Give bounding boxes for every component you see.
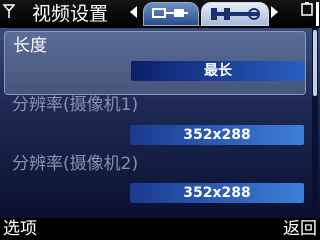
battery-level-bar bbox=[316, 2, 319, 26]
back-softkey[interactable]: 返回 bbox=[283, 218, 317, 240]
scroll-thumb[interactable] bbox=[313, 30, 317, 96]
battery-icon bbox=[301, 2, 313, 16]
setting-row-length[interactable]: 长度 最长 bbox=[4, 31, 306, 95]
page-title: 视频设置 bbox=[32, 3, 109, 25]
setting-value: 352x288 bbox=[130, 125, 304, 145]
setting-row-resolution-camera2[interactable]: 分辨率(摄像机2) 352x288 bbox=[0, 151, 312, 211]
setting-value: 352x288 bbox=[130, 183, 304, 203]
settings-tools-icon bbox=[211, 8, 260, 20]
options-softkey[interactable]: 选项 bbox=[3, 218, 37, 240]
status-bar: 视频设置 bbox=[0, 0, 320, 28]
setting-label: 长度 bbox=[13, 36, 47, 56]
setting-label: 分辨率(摄像机1) bbox=[12, 95, 139, 115]
setting-label: 分辨率(摄像机2) bbox=[12, 154, 139, 174]
scrollbar[interactable] bbox=[312, 28, 318, 218]
arrow-right-icon[interactable] bbox=[271, 6, 278, 18]
tab-connector-settings[interactable] bbox=[143, 2, 199, 26]
signal-icon bbox=[3, 4, 15, 18]
tab-tools-settings[interactable] bbox=[201, 2, 269, 26]
settings-list: 长度 最长 分辨率(摄像机1) 352x288 分辨率(摄像机2) 352x28… bbox=[0, 28, 320, 218]
setting-row-resolution-camera1[interactable]: 分辨率(摄像机1) 352x288 bbox=[0, 92, 312, 152]
settings-connector-icon bbox=[152, 8, 188, 18]
softkey-bar: 选项 返回 bbox=[0, 218, 320, 240]
setting-value: 最长 bbox=[131, 61, 305, 81]
arrow-left-icon[interactable] bbox=[130, 6, 137, 18]
